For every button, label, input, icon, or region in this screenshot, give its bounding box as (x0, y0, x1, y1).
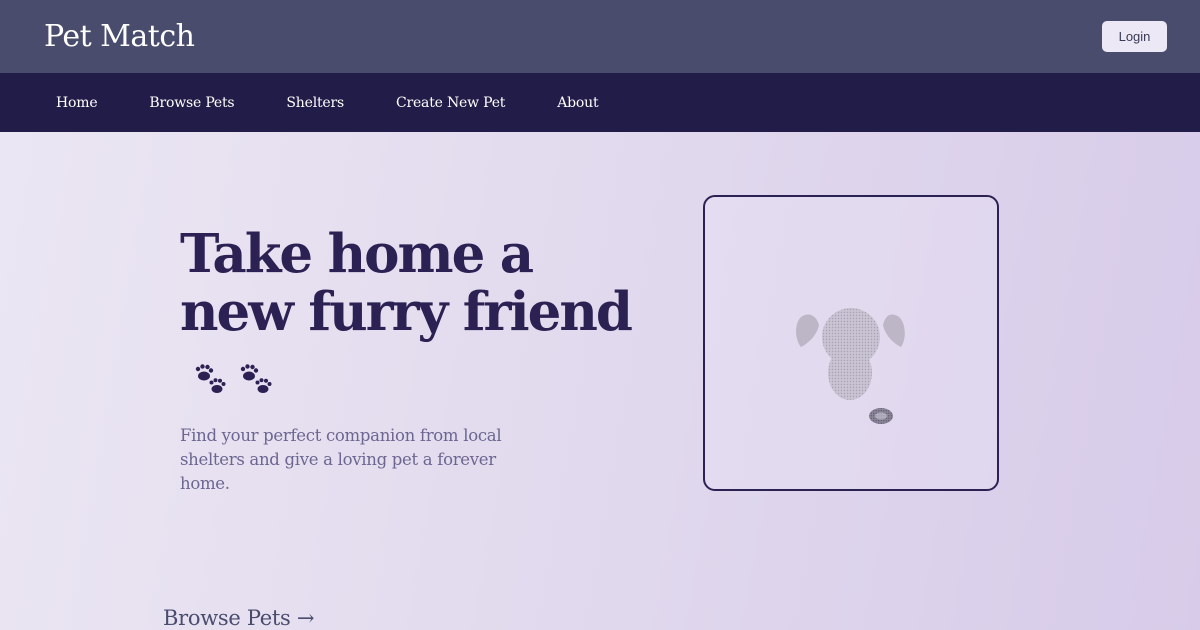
nav-item-home[interactable]: Home (56, 95, 98, 111)
dog-placeholder-icon (796, 308, 905, 424)
nav-item-create-new-pet[interactable]: Create New Pet (396, 95, 505, 111)
browse-pets-link[interactable]: Browse Pets → (163, 606, 314, 630)
app-title: Pet Match (44, 19, 195, 54)
hero-title-line-1: Take home a (180, 223, 534, 285)
hero-subtitle: Find your perfect companion from local s… (180, 426, 502, 493)
hero-title-line-2: new furry friend (180, 281, 633, 343)
pet-image-frame (703, 195, 999, 491)
hero-title: Take home a new furry friend (180, 225, 660, 341)
nav-item-browse-pets[interactable]: Browse Pets (149, 95, 234, 111)
top-header: Pet Match Login (0, 0, 1200, 73)
main-nav: Home Browse Pets Shelters Create New Pet… (0, 73, 1200, 132)
nav-item-shelters[interactable]: Shelters (286, 95, 344, 111)
paw-prints-icon (195, 364, 272, 393)
login-button[interactable]: Login (1102, 21, 1167, 52)
hero-section: Take home a new furry friend Find your p… (0, 132, 1200, 630)
nav-item-about[interactable]: About (557, 95, 598, 111)
